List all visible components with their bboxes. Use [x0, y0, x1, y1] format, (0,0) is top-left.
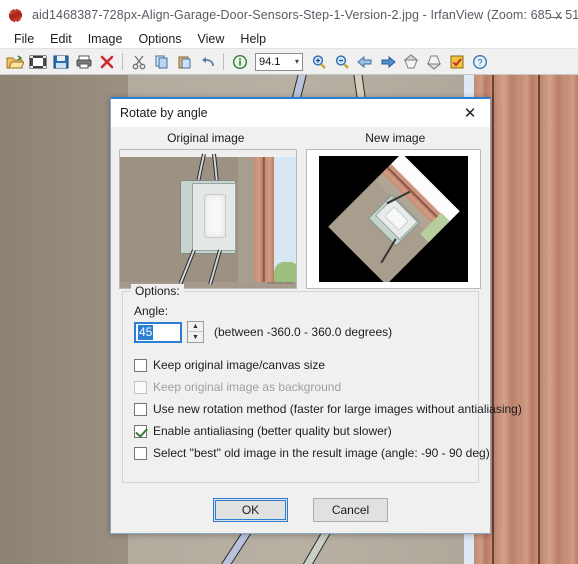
- copy-icon[interactable]: [150, 50, 173, 73]
- window-title: aid1468387-728px-Align-Garage-Door-Senso…: [32, 8, 578, 22]
- next-image-icon[interactable]: [376, 50, 399, 73]
- menu-item-help[interactable]: Help: [232, 31, 274, 47]
- dialog-footer: OK Cancel: [111, 487, 490, 533]
- checkbox-label: Select "best" old image in the result im…: [153, 446, 490, 460]
- title-bar: aid1468387-728px-Align-Garage-Door-Senso…: [0, 0, 578, 30]
- zoom-level-combobox[interactable]: 94.1 ▾: [255, 52, 303, 71]
- preview-headers: Original image New image: [111, 127, 490, 149]
- print-icon[interactable]: [72, 50, 95, 73]
- stepper-down-icon[interactable]: ▼: [188, 332, 203, 342]
- angle-stepper[interactable]: ▲ ▼: [187, 321, 204, 343]
- properties-icon[interactable]: [445, 50, 468, 73]
- checkbox-enable-antialiasing[interactable]: Enable antialiasing (better quality but …: [134, 424, 392, 438]
- toolbar-separator: [122, 53, 123, 70]
- options-group-label: Options:: [131, 284, 184, 298]
- checkmark-icon: [134, 424, 147, 438]
- chevron-down-icon: ▾: [294, 57, 299, 66]
- photo-door-seam: [492, 75, 494, 564]
- stepper-up-icon[interactable]: ▲: [188, 322, 203, 332]
- checkbox-keep-canvas-size[interactable]: Keep original image/canvas size: [134, 358, 325, 372]
- checkbox-box-icon: [134, 380, 147, 394]
- original-image-label: Original image: [167, 131, 245, 145]
- menu-item-file[interactable]: File: [6, 31, 42, 47]
- rotated-image: [327, 156, 460, 282]
- rotated-preview-stage: [319, 156, 468, 282]
- checkbox-box-icon: [134, 446, 147, 460]
- dialog-title-bar: Rotate by angle ✕: [111, 99, 490, 127]
- thumbnails-icon[interactable]: [26, 50, 49, 73]
- toolbar: 94.1 ▾ ?: [0, 48, 578, 75]
- ok-button[interactable]: OK: [213, 498, 288, 522]
- new-image-label: New image: [365, 131, 426, 145]
- menu-item-options[interactable]: Options: [130, 31, 189, 47]
- cancel-button[interactable]: Cancel: [313, 498, 388, 522]
- options-groupbox: Options: Angle: 45 ▲ ▼ (between -360.0 -…: [122, 284, 522, 483]
- window-controls: [532, 0, 578, 30]
- menu-bar: File Edit Image Options View Help: [0, 30, 578, 48]
- help-icon[interactable]: ?: [468, 50, 491, 73]
- toolbar-separator: [223, 53, 224, 70]
- photo-door-seam: [538, 75, 540, 564]
- zoom-out-icon[interactable]: [330, 50, 353, 73]
- angle-label: Angle:: [134, 304, 169, 318]
- paste-icon[interactable]: [173, 50, 196, 73]
- save-icon[interactable]: [49, 50, 72, 73]
- checkbox-label: Use new rotation method (faster for larg…: [153, 402, 522, 416]
- rotate-left-icon[interactable]: [399, 50, 422, 73]
- checkbox-label: Keep original image as background: [153, 380, 342, 394]
- preview-panels: wikiHow.com: [111, 149, 490, 289]
- new-image-preview: [306, 149, 481, 289]
- watermark-text: wikiHow.com: [267, 280, 293, 285]
- original-image-preview: wikiHow.com: [119, 149, 297, 289]
- minimize-button[interactable]: [532, 0, 578, 30]
- angle-range-hint: (between -360.0 - 360.0 degrees): [214, 325, 393, 339]
- checkbox-box-icon: [134, 358, 147, 372]
- irfanview-window: aid1468387-728px-Align-Garage-Door-Senso…: [0, 0, 578, 564]
- rotate-right-icon[interactable]: [422, 50, 445, 73]
- undo-icon[interactable]: [196, 50, 219, 73]
- zoom-level-value: 94.1: [259, 55, 281, 68]
- checkbox-label: Enable antialiasing (better quality but …: [153, 424, 392, 438]
- rotate-by-angle-dialog: Rotate by angle ✕ Original image New ima…: [110, 97, 522, 534]
- open-icon[interactable]: [3, 50, 26, 73]
- checkbox-select-best-old-image[interactable]: Select "best" old image in the result im…: [134, 446, 490, 460]
- angle-value: 45: [138, 324, 154, 340]
- svg-text:?: ?: [477, 57, 482, 67]
- checkbox-label: Keep original image/canvas size: [153, 358, 326, 372]
- angle-input[interactable]: 45: [134, 321, 182, 343]
- cut-icon[interactable]: [127, 50, 150, 73]
- dialog-title: Rotate by angle: [120, 106, 208, 120]
- menu-item-view[interactable]: View: [190, 31, 233, 47]
- zoom-in-icon[interactable]: [307, 50, 330, 73]
- checkbox-keep-original-background: Keep original image as background: [134, 380, 341, 394]
- previous-image-icon[interactable]: [353, 50, 376, 73]
- close-icon[interactable]: ✕: [450, 100, 490, 127]
- info-icon[interactable]: [228, 50, 251, 73]
- menu-item-edit[interactable]: Edit: [42, 31, 80, 47]
- checkbox-new-rotation-method[interactable]: Use new rotation method (faster for larg…: [134, 402, 522, 416]
- menu-item-image[interactable]: Image: [80, 31, 131, 47]
- irfanview-logo-icon: [6, 6, 24, 24]
- checkbox-box-icon: [134, 402, 147, 416]
- angle-row: 45 ▲ ▼ (between -360.0 - 360.0 degrees): [134, 321, 392, 343]
- photo-wall-left: [0, 75, 128, 564]
- delete-icon[interactable]: [95, 50, 118, 73]
